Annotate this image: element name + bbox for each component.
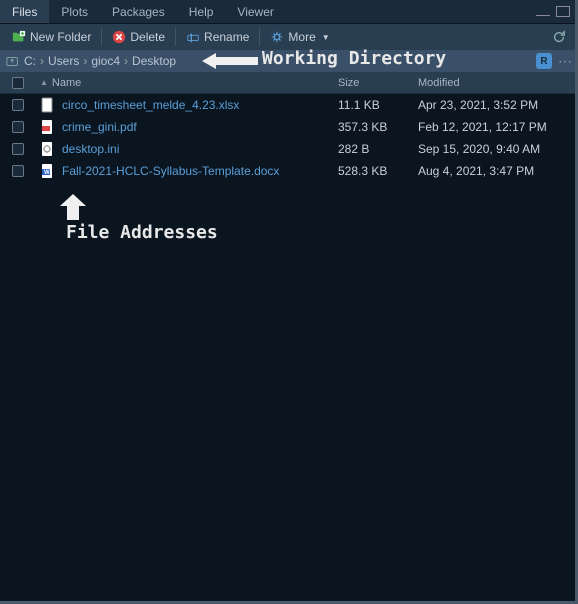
column-header-size[interactable]: Size xyxy=(338,77,418,89)
file-link[interactable]: crime_gini.pdf xyxy=(62,120,137,134)
column-header-row: ▲ Name Size Modified xyxy=(0,72,578,94)
more-button[interactable]: More ▼ xyxy=(264,28,335,46)
docx-file-icon: W xyxy=(40,163,56,179)
sort-ascending-icon: ▲ xyxy=(40,78,48,87)
file-modified: Feb 12, 2021, 12:17 PM xyxy=(418,120,578,134)
breadcrumb-root[interactable]: C: xyxy=(24,54,36,68)
gear-icon xyxy=(270,30,284,44)
new-folder-icon xyxy=(12,30,26,44)
file-row[interactable]: desktop.ini 282 BSep 15, 2020, 9:40 AM xyxy=(0,138,578,160)
svg-text:W: W xyxy=(44,170,50,176)
breadcrumb-item[interactable]: gioc4 xyxy=(91,54,120,68)
file-size: 11.1 KB xyxy=(338,98,418,112)
delete-button[interactable]: Delete xyxy=(106,28,171,46)
chevron-right-icon: › xyxy=(124,54,128,68)
column-header-modified[interactable]: Modified xyxy=(418,77,578,89)
file-name-cell: desktop.ini xyxy=(36,141,338,157)
file-list: circo_timesheet_melde_4.23.xlsx 11.1 KBAp… xyxy=(0,94,578,182)
row-checkbox[interactable] xyxy=(0,121,36,133)
separator xyxy=(175,28,176,46)
breadcrumb: C: › Users › gioc4 › Desktop R ⋯ xyxy=(0,50,578,72)
file-link[interactable]: Fall-2021-HCLC-Syllabus-Template.docx xyxy=(62,164,279,178)
separator xyxy=(101,28,102,46)
refresh-button[interactable] xyxy=(546,28,572,46)
new-folder-button[interactable]: New Folder xyxy=(6,28,97,46)
file-size: 528.3 KB xyxy=(338,164,418,178)
rename-button[interactable]: Rename xyxy=(180,28,255,46)
xlsx-file-icon xyxy=(40,97,56,113)
more-options-icon[interactable]: ⋯ xyxy=(558,53,572,70)
tab-bar: Files Plots Packages Help Viewer xyxy=(0,0,578,24)
breadcrumb-item[interactable]: Users xyxy=(48,54,79,68)
chevron-down-icon: ▼ xyxy=(322,33,330,42)
row-checkbox[interactable] xyxy=(0,143,36,155)
column-header-name[interactable]: ▲ Name xyxy=(36,77,338,89)
chevron-right-icon: › xyxy=(83,54,87,68)
file-link[interactable]: desktop.ini xyxy=(62,142,119,156)
delete-icon xyxy=(112,30,126,44)
rename-icon xyxy=(186,30,200,44)
window-controls xyxy=(536,0,578,23)
file-size: 282 B xyxy=(338,142,418,156)
toolbar: New Folder Delete Rename More ▼ xyxy=(0,24,578,50)
pdf-file-icon xyxy=(40,119,56,135)
file-row[interactable]: W Fall-2021-HCLC-Syllabus-Template.docx 52… xyxy=(0,160,578,182)
file-row[interactable]: crime_gini.pdf 357.3 KBFeb 12, 2021, 12:1… xyxy=(0,116,578,138)
more-label: More xyxy=(288,30,315,44)
folder-up-icon[interactable] xyxy=(6,54,20,68)
file-link[interactable]: circo_timesheet_melde_4.23.xlsx xyxy=(62,98,239,112)
tab-plots[interactable]: Plots xyxy=(49,0,100,23)
file-row[interactable]: circo_timesheet_melde_4.23.xlsx 11.1 KBAp… xyxy=(0,94,578,116)
file-name-cell: circo_timesheet_melde_4.23.xlsx xyxy=(36,97,338,113)
ini-file-icon xyxy=(40,141,56,157)
row-checkbox[interactable] xyxy=(0,165,36,177)
annotation-arrow xyxy=(56,192,90,222)
separator xyxy=(259,28,260,46)
tab-files[interactable]: Files xyxy=(0,0,49,23)
file-size: 357.3 KB xyxy=(338,120,418,134)
file-modified: Apr 23, 2021, 3:52 PM xyxy=(418,98,578,112)
annotation-label: File Addresses xyxy=(66,222,218,243)
tab-packages[interactable]: Packages xyxy=(100,0,177,23)
maximize-icon[interactable] xyxy=(556,6,570,17)
chevron-right-icon: › xyxy=(40,54,44,68)
new-folder-label: New Folder xyxy=(30,30,91,44)
minimize-icon[interactable] xyxy=(536,15,550,16)
file-modified: Aug 4, 2021, 3:47 PM xyxy=(418,164,578,178)
delete-label: Delete xyxy=(130,30,165,44)
tab-viewer[interactable]: Viewer xyxy=(225,0,285,23)
rename-label: Rename xyxy=(204,30,249,44)
file-modified: Sep 15, 2020, 9:40 AM xyxy=(418,142,578,156)
file-name-cell: crime_gini.pdf xyxy=(36,119,338,135)
tab-help[interactable]: Help xyxy=(177,0,226,23)
select-all-checkbox[interactable] xyxy=(0,77,36,89)
r-project-icon[interactable]: R xyxy=(536,53,552,69)
file-name-cell: W Fall-2021-HCLC-Syllabus-Template.docx xyxy=(36,163,338,179)
row-checkbox[interactable] xyxy=(0,99,36,111)
breadcrumb-item[interactable]: Desktop xyxy=(132,54,176,68)
refresh-icon xyxy=(552,30,566,44)
